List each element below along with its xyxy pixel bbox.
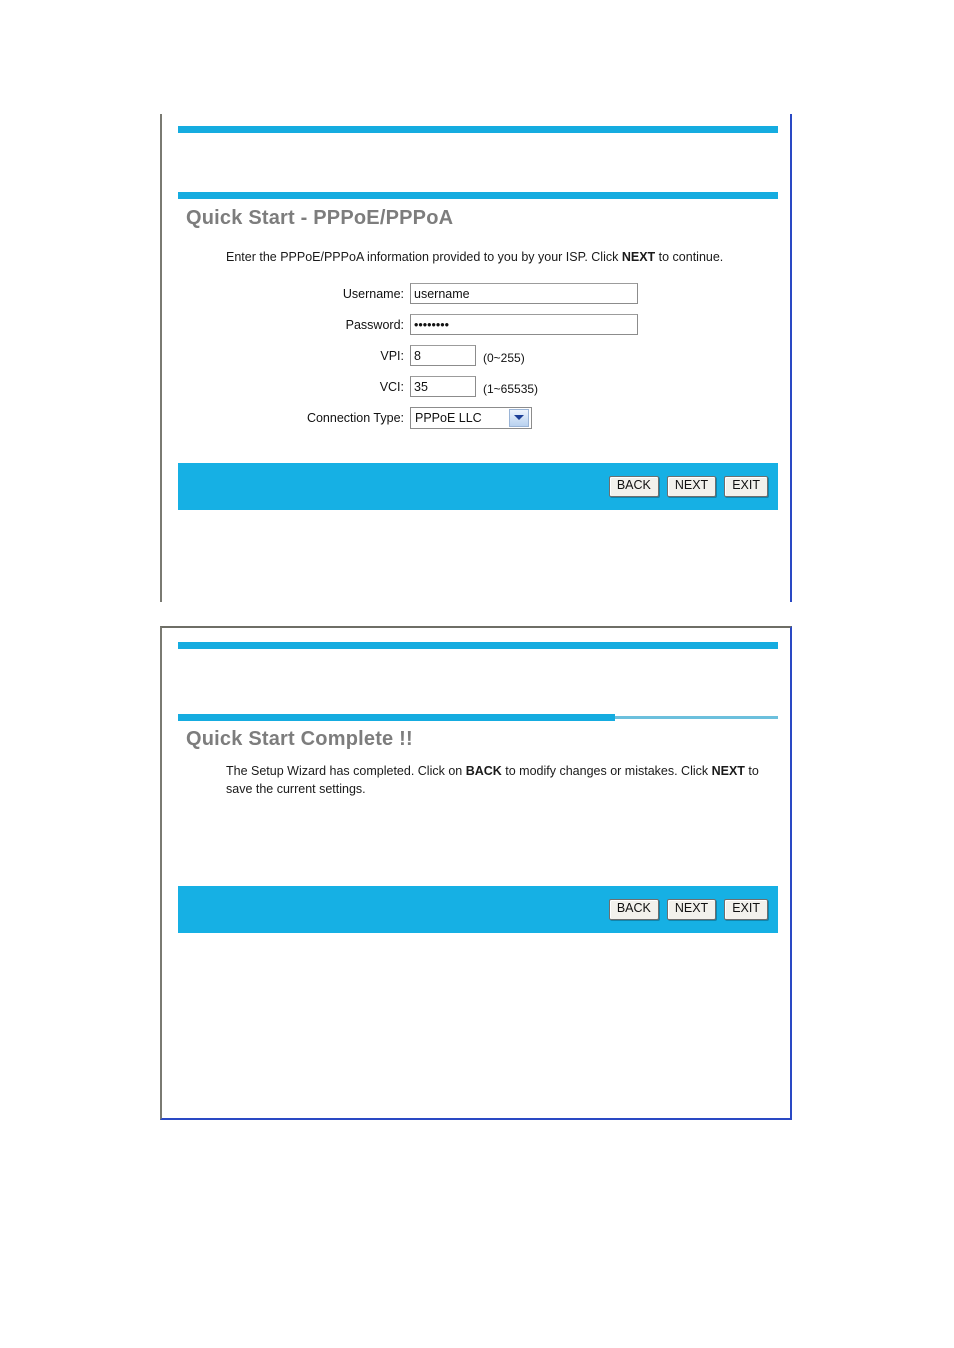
- form-row-connection-type: Connection Type: PPPoE LLC: [162, 406, 790, 429]
- page-title: Quick Start - PPPoE/PPPoA: [186, 207, 454, 229]
- complete-description-part2: to modify changes or mistakes. Click: [501, 764, 712, 778]
- form-row-password: Password:: [162, 314, 790, 335]
- description-text-suffix: to continue.: [655, 250, 724, 264]
- quick-start-pppoe-panel: Quick Start - PPPoE/PPPoA Enter the PPPo…: [160, 114, 792, 602]
- vci-input[interactable]: [410, 376, 476, 397]
- header-rule-top: [178, 126, 778, 133]
- form-row-vpi: VPI: (0~255): [162, 345, 790, 366]
- header-rule-bottom: [178, 192, 778, 199]
- form-row-vci: VCI: (1~65535): [162, 376, 790, 397]
- vci-label: VCI:: [379, 379, 404, 394]
- connection-type-select[interactable]: PPPoE LLC: [410, 406, 532, 429]
- vpi-range-hint: (0~255): [483, 351, 525, 365]
- complete-wizard-button-bar: BACK NEXT EXIT: [178, 886, 778, 933]
- complete-description-bold-back: BACK: [465, 764, 502, 778]
- wizard-button-bar: BACK NEXT EXIT: [178, 463, 778, 510]
- panel-description: Enter the PPPoE/PPPoA information provid…: [226, 248, 756, 266]
- password-input[interactable]: [410, 314, 638, 335]
- password-label: Password:: [345, 317, 404, 332]
- vpi-label: VPI:: [380, 348, 404, 363]
- connection-type-label: Connection Type:: [306, 410, 404, 425]
- complete-header-rule-bottom: [178, 714, 778, 721]
- vpi-input[interactable]: [410, 345, 476, 366]
- complete-back-button[interactable]: BACK: [608, 899, 659, 920]
- connection-type-value: PPPoE LLC: [415, 410, 482, 425]
- description-text-prefix: Enter the PPPoE/PPPoA information provid…: [226, 250, 622, 264]
- complete-description-bold-next: NEXT: [711, 764, 745, 778]
- chevron-down-icon[interactable]: [509, 408, 529, 427]
- exit-button[interactable]: EXIT: [724, 476, 768, 497]
- complete-description: The Setup Wizard has completed. Click on…: [226, 762, 761, 798]
- complete-page-title: Quick Start Complete !!: [186, 728, 413, 750]
- complete-header-rule-top: [178, 642, 778, 649]
- form-row-username: Username:: [162, 283, 790, 304]
- complete-description-part1: The Setup Wizard has completed. Click on: [226, 764, 466, 778]
- description-text-bold: NEXT: [621, 250, 656, 264]
- quick-start-complete-panel: Quick Start Complete !! The Setup Wizard…: [160, 626, 792, 1120]
- username-input[interactable]: [410, 283, 638, 304]
- next-button[interactable]: NEXT: [666, 476, 717, 497]
- complete-next-button[interactable]: NEXT: [666, 899, 717, 920]
- pppoe-form: Username: Password: VPI: (0~255) VCI: (1…: [162, 283, 790, 438]
- vci-range-hint: (1~65535): [483, 382, 539, 396]
- back-button[interactable]: BACK: [608, 476, 659, 497]
- username-label: Username:: [342, 286, 404, 301]
- complete-exit-button[interactable]: EXIT: [724, 899, 768, 920]
